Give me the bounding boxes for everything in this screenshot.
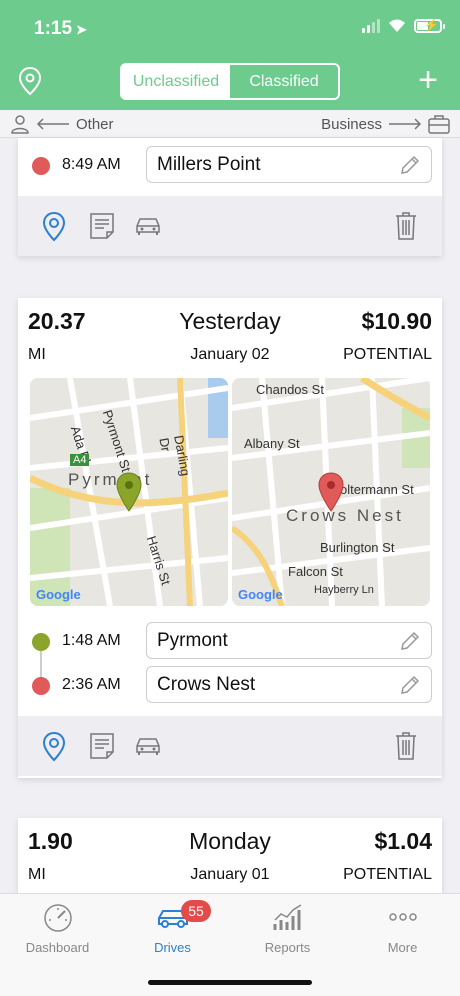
tab-dashboard[interactable]: Dashboard (0, 902, 115, 962)
hint-business-label: Business (321, 115, 382, 133)
tab-label: Drives (154, 940, 191, 955)
segment-unclassified[interactable]: Unclassified (122, 65, 230, 98)
street-label: oltermann St (340, 482, 414, 497)
stop-place-field[interactable]: Pyrmont (146, 622, 432, 659)
stop-place: Crows Nest (157, 674, 256, 695)
drive-card[interactable]: 20.37 MI Yesterday January 02 $10.90 POT… (18, 298, 442, 778)
map-pin-icon[interactable] (18, 66, 42, 96)
stop-time: 1:48 AM (62, 632, 121, 649)
start-map[interactable]: Pyrmont St Ada Pl Darling Dr Harris St A… (30, 378, 228, 606)
stop-place-field[interactable]: Crows Nest (146, 666, 432, 703)
stop-time: 8:49 AM (62, 156, 121, 173)
drive-value: $10.90 (361, 308, 432, 334)
hint-business: Business (321, 114, 450, 134)
segment-classified[interactable]: Classified (230, 65, 338, 98)
car-icon[interactable] (134, 210, 162, 242)
stop-place: Pyrmont (157, 630, 228, 651)
drive-card-previous: 8:49 AM Millers Point (18, 138, 442, 256)
stop-row-start: 1:48 AM Pyrmont (18, 620, 442, 660)
tab-drives[interactable]: 55 Drives (115, 900, 230, 962)
street-label: Albany St (244, 436, 300, 451)
street-label: Hayberry Ln (314, 584, 374, 596)
map-pin-icon[interactable] (40, 730, 68, 762)
hint-other-label: Other (76, 115, 114, 133)
google-logo: Google (238, 587, 283, 602)
notes-icon[interactable] (88, 210, 116, 242)
street-label: Falcon St (288, 564, 343, 579)
stop-row-end: 2:36 AM Crows Nest (18, 664, 442, 704)
tab-label: Dashboard (25, 940, 90, 955)
status-time: 1:15 ➤ (34, 18, 87, 39)
card-actions (18, 716, 442, 776)
value-status: POTENTIAL (343, 346, 432, 363)
stop-row: 8:49 AM Millers Point (18, 144, 442, 184)
tab-reports[interactable]: Reports (230, 902, 345, 962)
home-indicator[interactable] (148, 980, 312, 985)
drive-card-next[interactable]: 1.90 MI Monday January 01 $1.04 POTENTIA… (18, 818, 442, 898)
drive-value: $1.04 (374, 828, 432, 854)
map-pin-icon[interactable] (40, 210, 68, 242)
briefcase-icon (428, 115, 450, 134)
swipe-hint-bar: Other Business (0, 110, 460, 138)
google-logo: Google (36, 587, 81, 602)
more-icon (388, 913, 417, 921)
street-label: Chandos St (256, 382, 324, 397)
end-marker-icon (318, 472, 344, 512)
stop-time: 2:36 AM (62, 676, 121, 693)
road-marker: A4 (70, 454, 90, 466)
stop-place-field[interactable]: Millers Point (146, 146, 432, 183)
trash-icon[interactable] (392, 730, 420, 762)
start-marker-icon (116, 472, 142, 512)
wifi-icon (389, 19, 405, 32)
end-map[interactable]: Chandos St Albany St oltermann St Burlin… (232, 378, 430, 606)
status-icons: ⚡ (362, 18, 445, 33)
arrow-right-icon (389, 118, 422, 130)
area-label: Crows Nest (286, 506, 404, 525)
person-icon (11, 115, 29, 134)
add-drive-button[interactable]: + (414, 63, 442, 98)
app-header: 1:15 ➤ ⚡ Unclassified Classified + (0, 0, 460, 110)
classification-toggle: Unclassified Classified (120, 63, 340, 100)
pencil-icon[interactable] (399, 154, 421, 176)
tab-label: More (387, 940, 418, 955)
notes-icon[interactable] (88, 730, 116, 762)
stop-end-dot (32, 157, 50, 175)
stop-end-dot (32, 677, 50, 695)
hint-other: Other (10, 114, 114, 134)
trash-icon[interactable] (392, 210, 420, 242)
drives-count-badge: 55 (181, 900, 211, 922)
battery-icon: ⚡ (414, 18, 445, 33)
pencil-icon[interactable] (399, 674, 421, 696)
arrow-left-icon (36, 118, 69, 130)
street-label: Burlington St (320, 540, 395, 555)
stop-start-dot (32, 633, 50, 651)
tab-more[interactable]: More (345, 902, 460, 962)
signal-icon (362, 19, 380, 33)
stop-place: Millers Point (157, 154, 261, 175)
pencil-icon[interactable] (399, 630, 421, 652)
reports-icon (273, 904, 301, 930)
value-status: POTENTIAL (343, 866, 432, 883)
dashboard-icon (43, 904, 72, 932)
card-actions (18, 196, 442, 256)
location-arrow-icon: ➤ (76, 22, 87, 37)
car-icon[interactable] (134, 730, 162, 762)
tab-label: Reports (264, 940, 311, 955)
